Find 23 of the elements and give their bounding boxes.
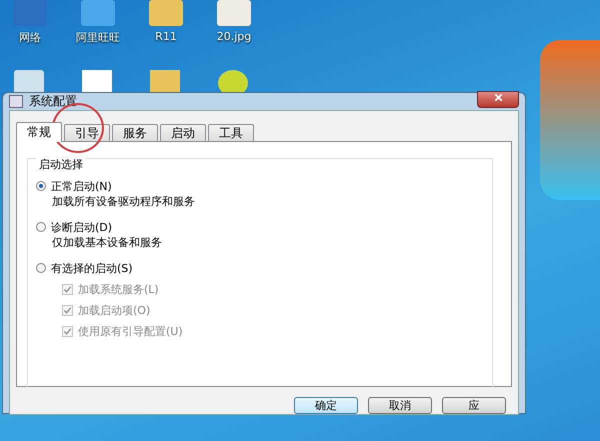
group-title: 启动选择: [36, 157, 86, 172]
radio-label[interactable]: 正常启动(N): [51, 178, 112, 194]
dialog-button[interactable]: 应: [442, 397, 506, 414]
tab[interactable]: 工具: [208, 124, 254, 142]
radio-label[interactable]: 诊断启动(D): [51, 220, 112, 234]
option-description: 加载所有设备驱动程序和服务: [52, 194, 196, 209]
tab[interactable]: 引导: [64, 124, 110, 142]
desktop-icon-label[interactable]: R11: [155, 30, 177, 43]
tab[interactable]: 常规: [16, 122, 62, 142]
desktop-icon-label[interactable]: 阿里旺旺: [76, 30, 120, 45]
tab[interactable]: 服务: [112, 124, 158, 142]
radio-label[interactable]: 有选择的启动(S): [51, 260, 133, 276]
tab[interactable]: 启动: [160, 124, 206, 142]
desktop-icon-label[interactable]: 网络: [19, 30, 41, 45]
close-button[interactable]: [477, 90, 519, 108]
desktop-icon-label[interactable]: 20.jpg: [216, 30, 252, 43]
radio-button[interactable]: [36, 222, 46, 232]
close-icon: [494, 93, 502, 102]
option-description: 仅加载基本设备和服务: [52, 235, 163, 250]
dialog-button[interactable]: 取消: [368, 397, 432, 414]
dialog-button[interactable]: 确定: [294, 397, 358, 414]
radio-button[interactable]: [36, 263, 46, 273]
radio-button[interactable]: [36, 181, 46, 191]
